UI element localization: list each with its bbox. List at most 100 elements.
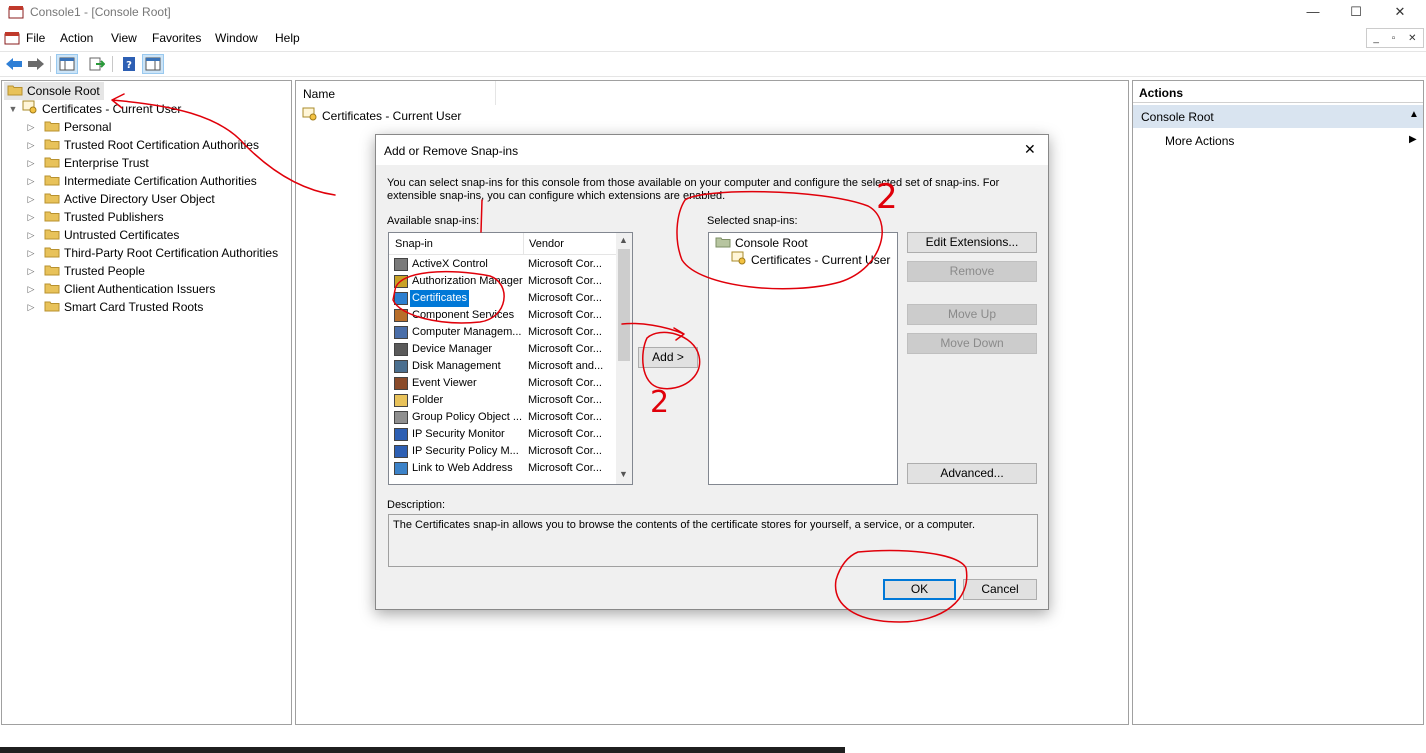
tree-item-certificates-current-user[interactable]: Certificates - Current User — [22, 100, 181, 118]
tree-item-smart-card-roots[interactable]: Smart Card Trusted Roots — [44, 298, 203, 316]
snapin-row[interactable]: IP Security Policy M... Microsoft Cor... — [389, 443, 615, 460]
menu-action[interactable]: Action — [60, 31, 93, 45]
chevron-right-icon[interactable]: ▷ — [26, 190, 36, 208]
column-header-name[interactable]: Name — [296, 81, 496, 105]
advanced-label: Advanced... — [940, 466, 1004, 480]
cancel-button[interactable]: Cancel — [963, 579, 1037, 600]
folder-icon — [44, 157, 60, 168]
chevron-right-icon[interactable]: ▷ — [26, 118, 36, 136]
snapin-name: Group Policy Object ... — [412, 411, 523, 423]
certificates-icon — [731, 251, 746, 265]
snapin-row[interactable]: IP Security Monitor Microsoft Cor... — [389, 426, 615, 443]
actions-section-console-root[interactable]: Console Root ▲ — [1133, 105, 1423, 128]
menu-window[interactable]: Window — [215, 31, 258, 45]
available-snapins-label: Available snap-ins: — [387, 215, 480, 227]
chevron-right-icon[interactable]: ▷ — [26, 208, 36, 226]
back-button[interactable] — [3, 54, 25, 74]
tree-item-enterprise-trust[interactable]: Enterprise Trust — [44, 154, 149, 172]
chevron-right-icon[interactable]: ▷ — [26, 280, 36, 298]
dialog-title-bar: Add or Remove Snap-ins ✕ — [376, 135, 1048, 165]
snapin-vendor: Microsoft Cor... — [528, 343, 602, 355]
mmc-app-icon — [8, 6, 24, 19]
snapin-vendor: Microsoft Cor... — [528, 275, 602, 287]
tree-item-third-party-root[interactable]: Third-Party Root Certification Authoriti… — [44, 244, 278, 262]
tree-item-trusted-people[interactable]: Trusted People — [44, 262, 145, 280]
add-button-label: Add > — [652, 350, 684, 364]
minimize-button[interactable]: — — [1290, 0, 1336, 26]
actions-pane: Actions Console Root ▲ More Actions ▶ — [1132, 80, 1424, 725]
child-minimize-button[interactable]: _ — [1373, 33, 1379, 44]
result-item-certificates[interactable]: Certificates - Current User — [302, 107, 461, 125]
scrollbar-thumb[interactable] — [618, 249, 630, 361]
show-hide-action-pane-button[interactable] — [142, 54, 164, 74]
tree-item-trusted-publishers[interactable]: Trusted Publishers — [44, 208, 164, 226]
tree-label-console-root: Console Root — [27, 84, 100, 98]
ok-button[interactable]: OK — [883, 579, 956, 600]
snapin-row[interactable]: Authorization Manager Microsoft Cor... — [389, 273, 615, 290]
ip-security-policy-icon — [394, 445, 408, 458]
menu-bar: File Action View Favorites Window Help — [0, 28, 1426, 50]
snapin-row[interactable]: Group Policy Object ... Microsoft Cor... — [389, 409, 615, 426]
menu-help[interactable]: Help — [275, 31, 300, 45]
help-button[interactable]: ? — [118, 54, 140, 74]
menu-file[interactable]: File — [26, 31, 45, 45]
chevron-right-icon[interactable]: ▷ — [26, 172, 36, 190]
selected-item-console-root[interactable]: Console Root — [715, 234, 808, 252]
tree-item-console-root[interactable]: Console Root — [4, 82, 104, 100]
chevron-right-icon[interactable]: ▷ — [26, 244, 36, 262]
snapin-row[interactable]: Computer Managem... Microsoft Cor... — [389, 324, 615, 341]
more-actions-item[interactable]: More Actions ▶ — [1133, 131, 1423, 151]
available-snapins-list[interactable]: Snap-in Vendor ActiveX Control Microsoft … — [388, 232, 633, 485]
dialog-close-icon[interactable]: ✕ — [1024, 141, 1036, 158]
add-button[interactable]: Add > — [638, 347, 698, 368]
edit-extensions-button[interactable]: Edit Extensions... — [907, 232, 1037, 253]
snapin-row[interactable]: Disk Management Microsoft and... — [389, 358, 615, 375]
chevron-down-icon[interactable]: ▼ — [8, 100, 18, 118]
snapin-row[interactable]: Device Manager Microsoft Cor... — [389, 341, 615, 358]
menu-view[interactable]: View — [111, 31, 137, 45]
close-button[interactable]: ✕ — [1377, 0, 1423, 26]
scroll-up-icon[interactable]: ▲ — [619, 235, 628, 245]
move-down-button[interactable]: Move Down — [907, 333, 1037, 354]
tree-item-intermediate-ca[interactable]: Intermediate Certification Authorities — [44, 172, 257, 190]
advanced-button[interactable]: Advanced... — [907, 463, 1037, 484]
child-restore-button[interactable]: ▫ — [1392, 33, 1396, 44]
selected-item-certificates[interactable]: Certificates - Current User — [731, 251, 890, 269]
show-hide-tree-button[interactable] — [56, 54, 78, 74]
chevron-right-icon[interactable]: ▷ — [26, 262, 36, 280]
window-title: Console1 - [Console Root] — [30, 5, 171, 19]
maximize-button[interactable]: ☐ — [1333, 0, 1379, 26]
snapin-name: IP Security Policy M... — [412, 445, 519, 457]
child-close-button[interactable]: ✕ — [1408, 33, 1416, 44]
menu-favorites[interactable]: Favorites — [152, 31, 201, 45]
column-header-snapin[interactable]: Snap-in — [395, 238, 433, 250]
forward-button[interactable] — [25, 54, 47, 74]
tree-item-client-auth-issuers[interactable]: Client Authentication Issuers — [44, 280, 215, 298]
chevron-right-icon[interactable]: ▷ — [26, 226, 36, 244]
snapin-row[interactable]: Folder Microsoft Cor... — [389, 392, 615, 409]
tree-item-untrusted[interactable]: Untrusted Certificates — [44, 226, 179, 244]
vertical-scrollbar[interactable]: ▲ ▼ — [616, 233, 632, 484]
column-header-vendor[interactable]: Vendor — [529, 238, 564, 250]
snapin-row[interactable]: ActiveX Control Microsoft Cor... — [389, 256, 615, 273]
snapin-row[interactable]: Component Services Microsoft Cor... — [389, 307, 615, 324]
snapin-row[interactable]: Event Viewer Microsoft Cor... — [389, 375, 615, 392]
chevron-right-icon[interactable]: ▷ — [26, 298, 36, 316]
snapin-row[interactable]: Certificates Microsoft Cor... — [389, 290, 615, 307]
svg-text:?: ? — [126, 60, 132, 71]
scroll-down-icon[interactable]: ▼ — [619, 469, 628, 479]
chevron-right-icon[interactable]: ▷ — [26, 154, 36, 172]
snapin-row[interactable]: Link to Web Address Microsoft Cor... — [389, 460, 615, 477]
folder-icon — [44, 301, 60, 312]
chevron-right-icon[interactable]: ▷ — [26, 136, 36, 154]
tree-item-ad-user-object[interactable]: Active Directory User Object — [44, 190, 215, 208]
move-up-button[interactable]: Move Up — [907, 304, 1037, 325]
export-list-button[interactable] — [86, 54, 108, 74]
tree-item-label: Trusted Publishers — [64, 210, 164, 224]
list-header: Snap-in Vendor — [389, 233, 617, 255]
description-label: Description: — [387, 499, 446, 511]
tree-item-trusted-root[interactable]: Trusted Root Certification Authorities — [44, 136, 259, 154]
selected-snapins-list[interactable]: Console Root Certificates - Current User — [708, 232, 898, 485]
remove-button[interactable]: Remove — [907, 261, 1037, 282]
tree-item-personal[interactable]: Personal — [44, 118, 111, 136]
